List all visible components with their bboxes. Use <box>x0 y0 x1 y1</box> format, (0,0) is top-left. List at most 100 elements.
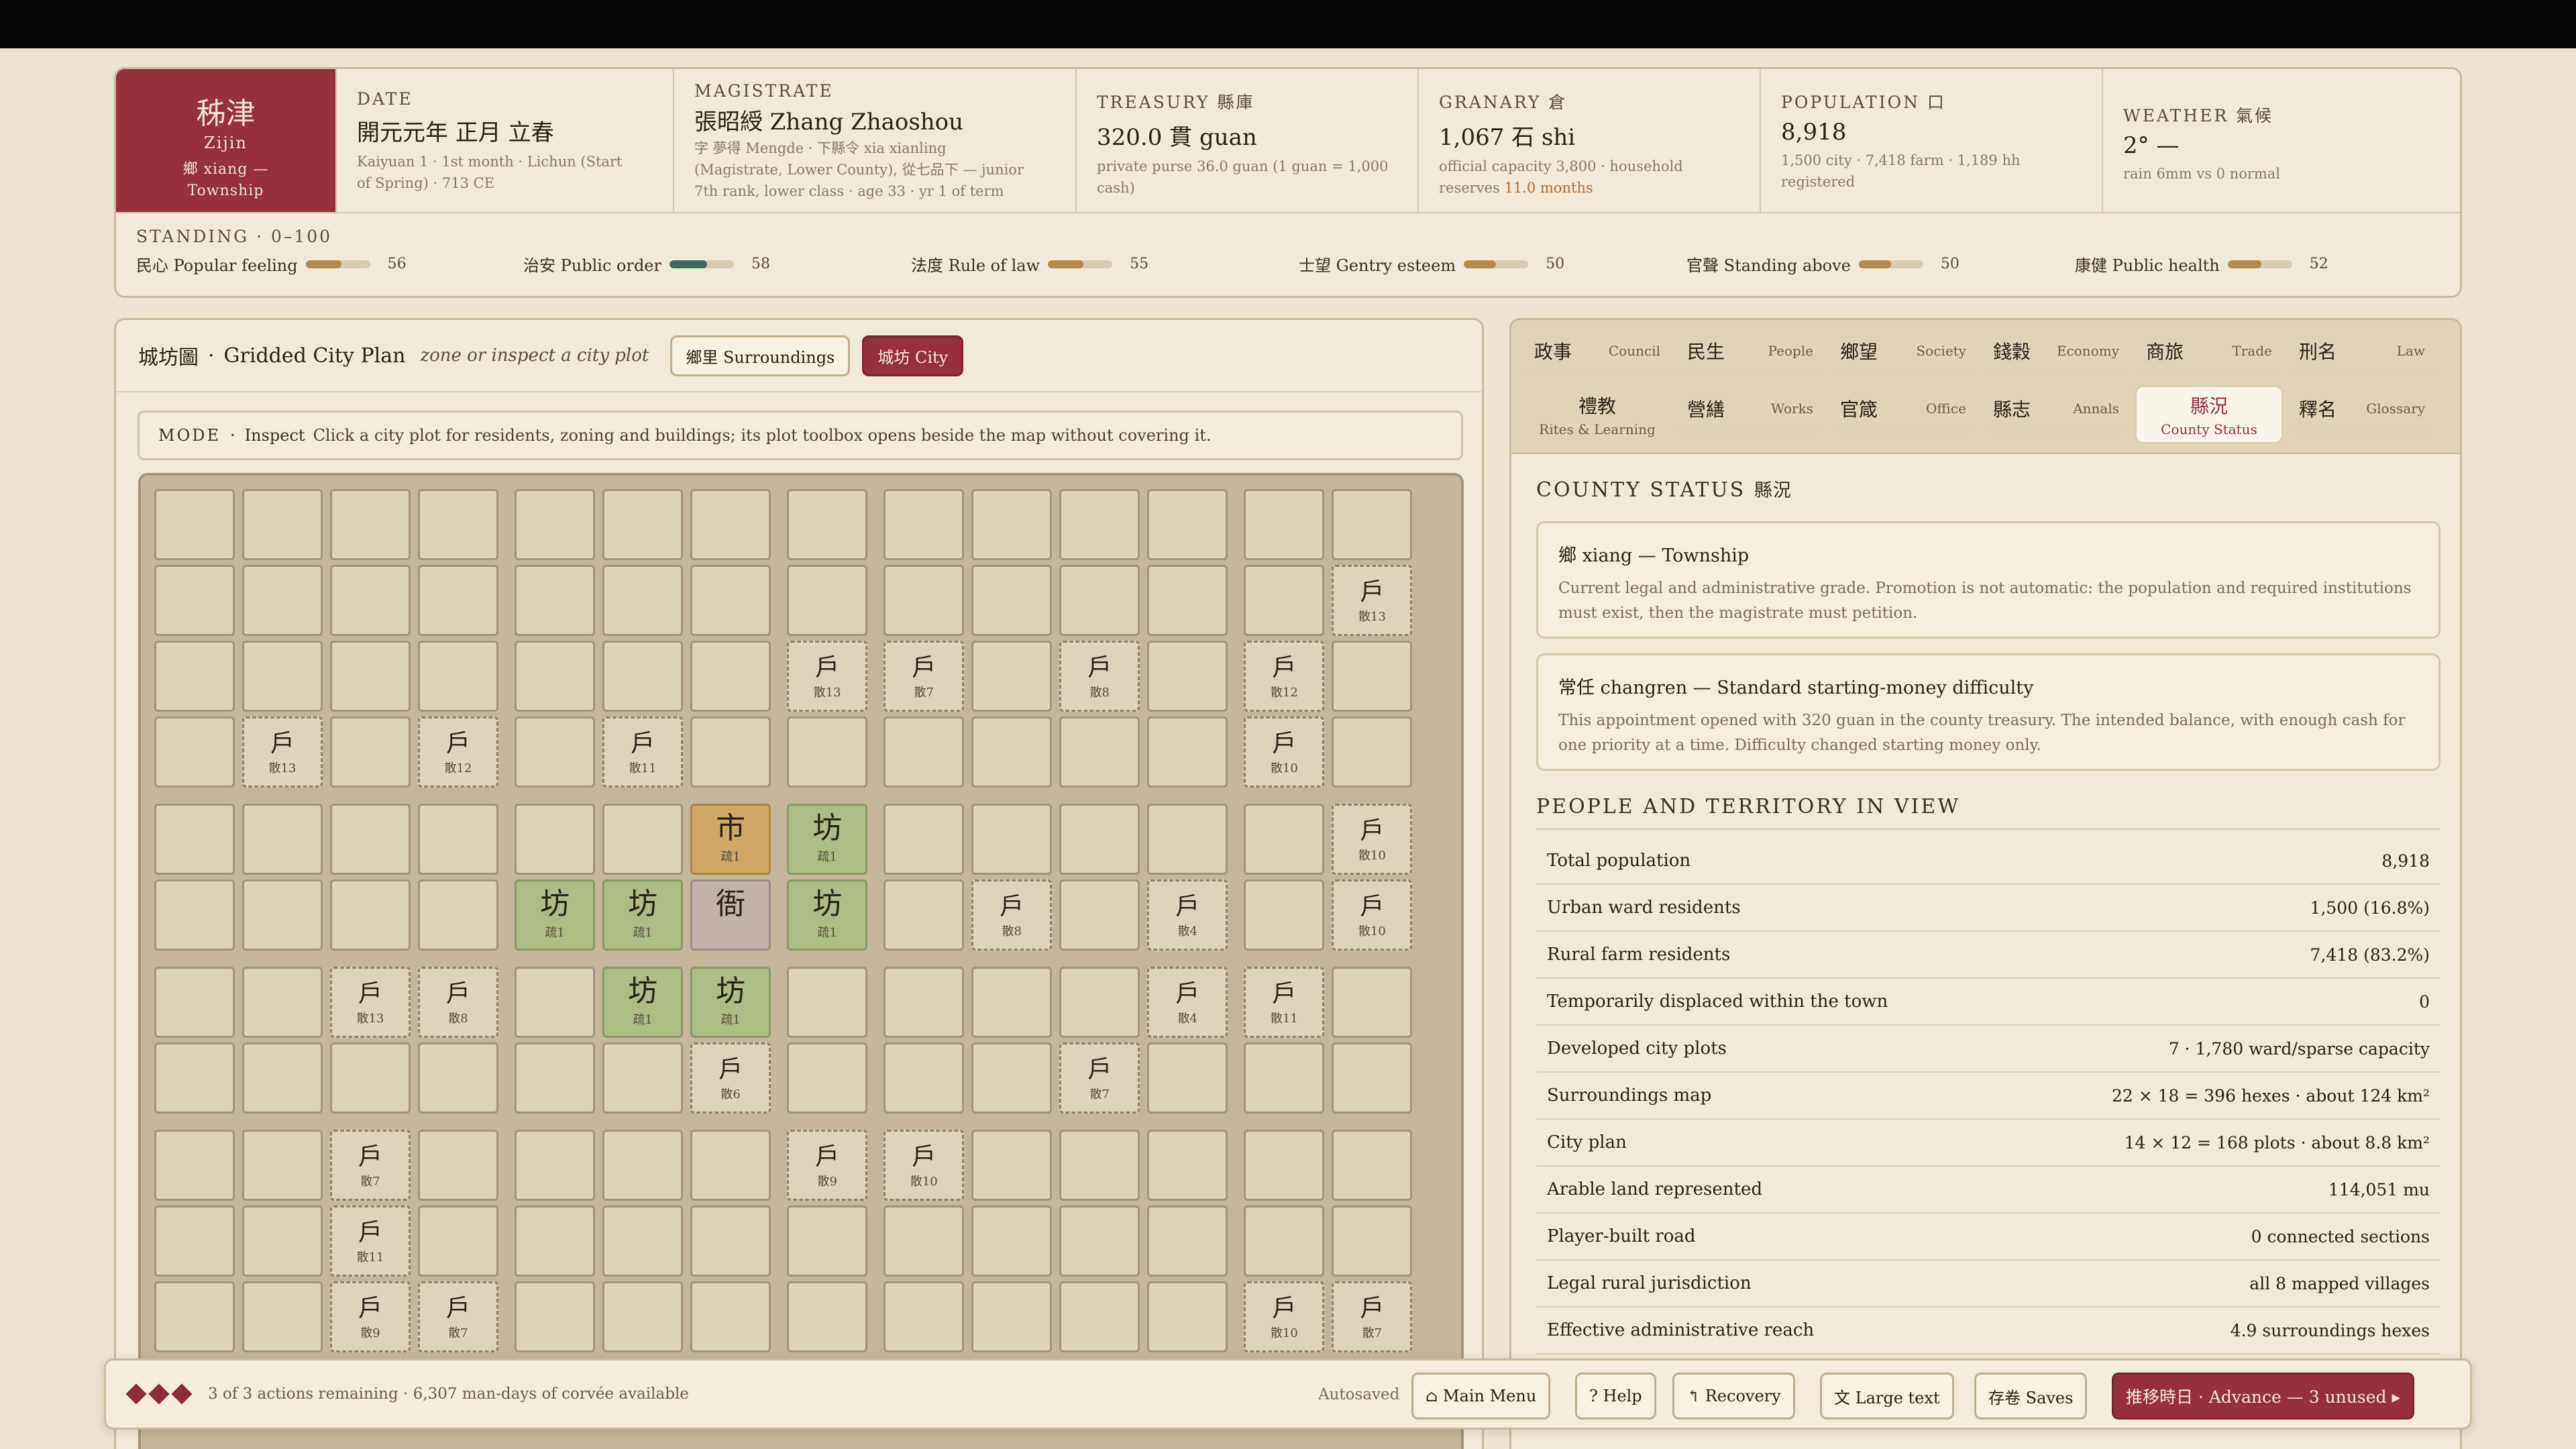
empty-plot[interactable] <box>1059 803 1140 875</box>
empty-plot[interactable] <box>154 716 235 788</box>
empty-plot[interactable] <box>418 879 498 951</box>
empty-plot[interactable] <box>242 803 323 875</box>
household-plot[interactable]: 戶散7 <box>1059 1042 1140 1114</box>
empty-plot[interactable] <box>154 1042 235 1114</box>
empty-plot[interactable] <box>971 1129 1053 1201</box>
tab-county-status[interactable]: 縣況 County Status <box>2135 386 2283 443</box>
empty-plot[interactable] <box>154 641 235 712</box>
empty-plot[interactable] <box>787 1281 868 1352</box>
household-plot[interactable]: 戶散9 <box>330 1281 411 1352</box>
empty-plot[interactable] <box>1147 641 1228 712</box>
empty-plot[interactable] <box>330 1042 411 1114</box>
tab-law[interactable]: 刑名 Law <box>2288 328 2436 375</box>
empty-plot[interactable] <box>1244 803 1325 875</box>
household-plot[interactable]: 戶散12 <box>1244 641 1325 712</box>
empty-plot[interactable] <box>690 1205 771 1277</box>
empty-plot[interactable] <box>602 803 684 875</box>
empty-plot[interactable] <box>242 489 323 560</box>
household-plot[interactable]: 戶散13 <box>330 966 411 1038</box>
empty-plot[interactable] <box>971 641 1053 712</box>
empty-plot[interactable] <box>602 1281 684 1352</box>
empty-plot[interactable] <box>418 1129 498 1201</box>
empty-plot[interactable] <box>602 1205 684 1277</box>
empty-plot[interactable] <box>418 803 498 875</box>
empty-plot[interactable] <box>883 565 965 636</box>
empty-plot[interactable] <box>971 489 1053 560</box>
empty-plot[interactable] <box>242 1129 323 1201</box>
empty-plot[interactable] <box>883 489 965 560</box>
empty-plot[interactable] <box>242 565 323 636</box>
empty-plot[interactable] <box>154 966 235 1038</box>
household-plot[interactable]: 戶散8 <box>418 966 498 1038</box>
household-plot[interactable]: 戶散10 <box>1332 879 1413 951</box>
standing-metric[interactable]: 官聲 Standing above 50 <box>1686 252 1960 276</box>
household-plot[interactable]: 戶散7 <box>330 1129 411 1201</box>
ward-plot[interactable]: 坊疏1 <box>787 803 868 875</box>
standing-metric[interactable]: 法度 Rule of law 55 <box>911 252 1148 276</box>
empty-plot[interactable] <box>1059 565 1140 636</box>
empty-plot[interactable] <box>154 879 235 951</box>
recovery-button[interactable]: ↰ Recovery <box>1672 1373 1795 1419</box>
household-plot[interactable]: 戶散11 <box>602 716 684 788</box>
household-plot[interactable]: 戶散7 <box>1332 1281 1413 1352</box>
empty-plot[interactable] <box>515 1281 596 1352</box>
ward-plot[interactable]: 坊疏1 <box>515 879 596 951</box>
tab-society[interactable]: 鄉望 Society <box>1829 328 1977 375</box>
empty-plot[interactable] <box>154 803 235 875</box>
advance-button[interactable]: 推移時日 · Advance — 3 unused ▸ <box>2112 1373 2414 1419</box>
empty-plot[interactable] <box>883 966 965 1038</box>
household-plot[interactable]: 戶散8 <box>1059 641 1140 712</box>
help-button[interactable]: ? Help <box>1575 1373 1656 1419</box>
saves-button[interactable]: 存卷 Saves <box>1974 1373 2088 1419</box>
empty-plot[interactable] <box>154 565 235 636</box>
empty-plot[interactable] <box>971 803 1053 875</box>
empty-plot[interactable] <box>787 716 868 788</box>
empty-plot[interactable] <box>154 1281 235 1352</box>
main-menu-button[interactable]: ⌂ Main Menu <box>1411 1373 1551 1419</box>
tab-glossary[interactable]: 釋名 Glossary <box>2288 386 2436 433</box>
empty-plot[interactable] <box>330 879 411 951</box>
empty-plot[interactable] <box>515 1129 596 1201</box>
empty-plot[interactable] <box>1059 489 1140 560</box>
empty-plot[interactable] <box>883 1281 965 1352</box>
empty-plot[interactable] <box>1059 879 1140 951</box>
empty-plot[interactable] <box>515 489 596 560</box>
tab-rites-learning[interactable]: 禮教 Rites & Learning <box>1523 386 1671 443</box>
empty-plot[interactable] <box>1244 489 1325 560</box>
empty-plot[interactable] <box>242 966 323 1038</box>
empty-plot[interactable] <box>1332 641 1413 712</box>
empty-plot[interactable] <box>515 803 596 875</box>
market-plot[interactable]: 市疏1 <box>690 803 771 875</box>
ward-plot[interactable]: 坊疏1 <box>787 879 868 951</box>
household-plot[interactable]: 戶散10 <box>1332 803 1413 875</box>
empty-plot[interactable] <box>1244 1205 1325 1277</box>
empty-plot[interactable] <box>690 1129 771 1201</box>
empty-plot[interactable] <box>1332 716 1413 788</box>
empty-plot[interactable] <box>242 1205 323 1277</box>
empty-plot[interactable] <box>1059 1129 1140 1201</box>
empty-plot[interactable] <box>690 716 771 788</box>
empty-plot[interactable] <box>154 489 235 560</box>
yamen-plot[interactable]: 衙 <box>690 879 771 951</box>
tab-council[interactable]: 政事 Council <box>1523 328 1671 375</box>
empty-plot[interactable] <box>787 489 868 560</box>
tab-trade[interactable]: 商旅 Trade <box>2135 328 2283 375</box>
empty-plot[interactable] <box>971 1281 1053 1352</box>
empty-plot[interactable] <box>971 565 1053 636</box>
surroundings-button[interactable]: 鄉里 Surroundings <box>670 335 851 376</box>
empty-plot[interactable] <box>242 1042 323 1114</box>
large-text-button[interactable]: 文 Large text <box>1820 1373 1954 1419</box>
tab-people[interactable]: 民生 People <box>1676 328 1824 375</box>
empty-plot[interactable] <box>602 1129 684 1201</box>
empty-plot[interactable] <box>1332 489 1413 560</box>
household-plot[interactable]: 戶散6 <box>690 1042 771 1114</box>
empty-plot[interactable] <box>330 565 411 636</box>
household-plot[interactable]: 戶散12 <box>418 716 498 788</box>
household-plot[interactable]: 戶散10 <box>883 1129 965 1201</box>
household-plot[interactable]: 戶散4 <box>1147 966 1228 1038</box>
empty-plot[interactable] <box>1244 565 1325 636</box>
empty-plot[interactable] <box>602 641 684 712</box>
city-button[interactable]: 城坊 City <box>862 335 964 376</box>
empty-plot[interactable] <box>883 803 965 875</box>
county-badge[interactable]: 秭津 Zijin 鄉 xiang — Township <box>116 69 335 212</box>
